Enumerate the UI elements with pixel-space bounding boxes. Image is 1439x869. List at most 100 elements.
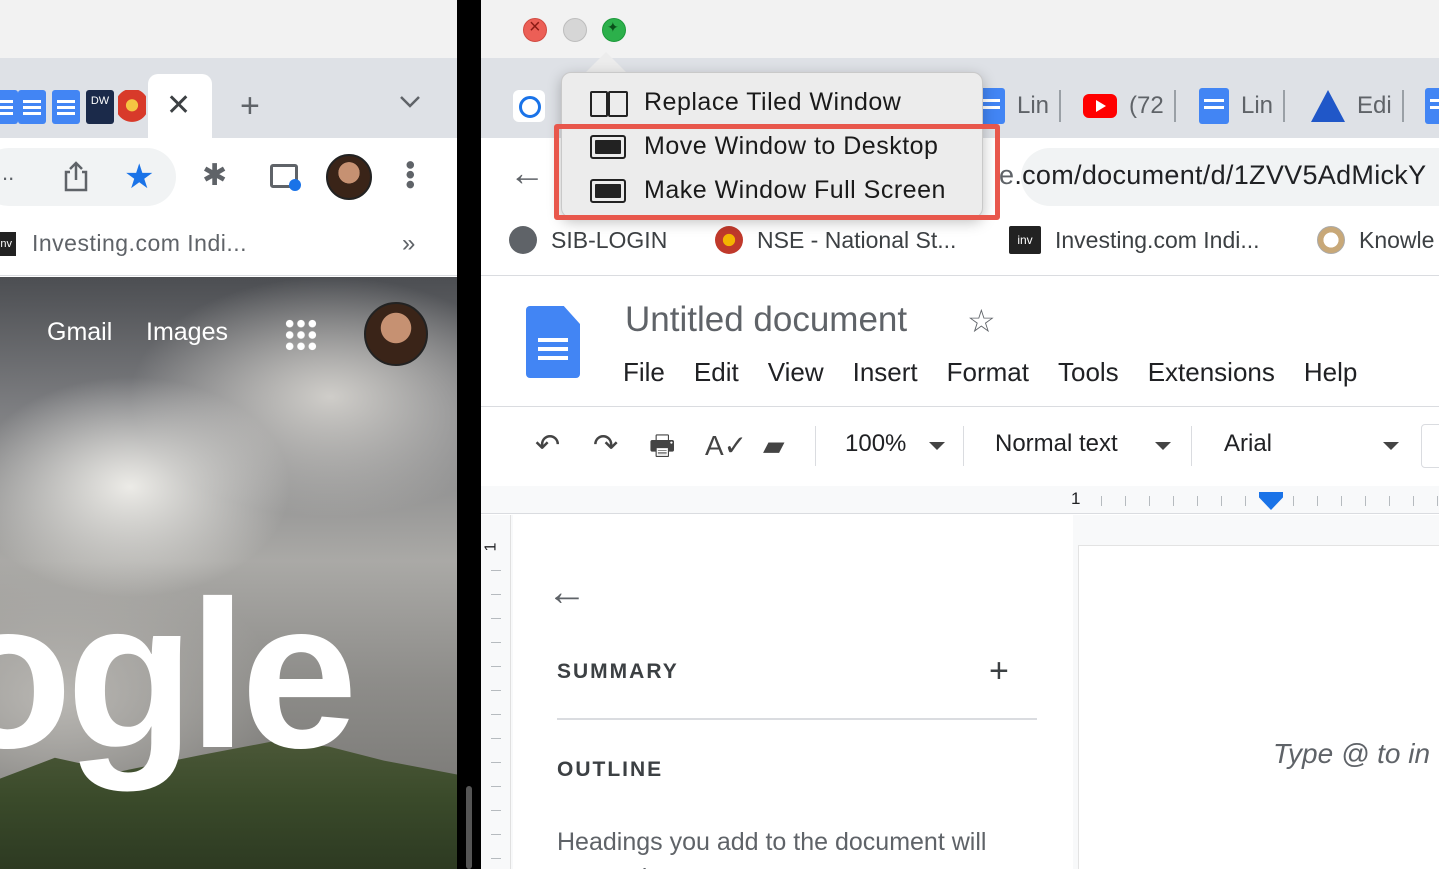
bookmark-knowledge[interactable]: Knowle [1317, 226, 1434, 254]
add-summary-icon[interactable]: + [989, 652, 1009, 691]
gmail-link[interactable]: Gmail [47, 318, 112, 347]
docs-tab-favicon-icon[interactable] [18, 90, 46, 124]
google-apps-grid-icon[interactable] [284, 318, 318, 352]
url-prefix: e [999, 160, 1015, 190]
star-document-icon[interactable]: ☆ [967, 302, 996, 340]
style-dropdown-caret-icon[interactable] [1155, 442, 1171, 450]
tab-target-favicon-icon[interactable] [513, 90, 545, 122]
rooster-tab-favicon-icon[interactable] [118, 90, 146, 124]
browser-menu-icon[interactable]: ••• [395, 160, 426, 189]
summary-heading: SUMMARY [557, 660, 679, 683]
window-minimize-button[interactable] [563, 18, 587, 42]
redo-icon[interactable]: ↷ [593, 424, 618, 468]
menu-file[interactable]: File [623, 357, 665, 388]
menu-extensions[interactable]: Extensions [1148, 357, 1275, 388]
tab-close-icon[interactable]: ✕ [166, 88, 191, 124]
document-placeholder[interactable]: Type @ to in [1273, 738, 1430, 770]
print-icon[interactable]: 🖶 [649, 424, 675, 468]
tab-label: (72 [1129, 92, 1164, 119]
bookmarks-more-icon[interactable]: » [402, 230, 415, 258]
address-overflow-text: .. [2, 160, 15, 185]
menu-item-label: Replace Tiled Window [644, 88, 902, 116]
toolbar-separator [1191, 426, 1192, 466]
profile-avatar[interactable] [326, 154, 372, 200]
back-arrow-icon[interactable]: ← [509, 152, 545, 194]
images-link[interactable]: Images [146, 318, 228, 347]
extensions-puzzle-icon[interactable]: ✱ [202, 158, 227, 193]
window-close-button[interactable] [523, 16, 547, 42]
address-url[interactable]: e.com/document/d/1ZVV5AdMickY [999, 160, 1426, 191]
outline-hint-text: Headings you add to the document will ap… [557, 828, 987, 869]
google-logo: ogle [0, 557, 358, 792]
font-dropdown-caret-icon[interactable] [1383, 442, 1399, 450]
bookmark-sib-login[interactable]: SIB-LOGIN [509, 226, 667, 254]
split-view-divider[interactable] [457, 0, 481, 869]
bookmark-label: Investing.com Indi... [1055, 226, 1260, 253]
ruler-number: 1 [1071, 489, 1081, 508]
zoom-select[interactable]: 100% [845, 430, 906, 458]
tab-separator [1401, 90, 1404, 122]
nse-logo-icon [715, 226, 743, 254]
tab-separator [1283, 90, 1286, 122]
toolbar-separator [963, 426, 964, 466]
tab-docs-1[interactable]: Lin [975, 84, 1062, 128]
tab-search-chevron-icon[interactable] [398, 90, 422, 116]
close-outline-arrow-icon[interactable]: ← [547, 570, 587, 615]
zoom-dropdown-caret-icon[interactable] [929, 442, 945, 450]
menu-help[interactable]: Help [1304, 357, 1357, 388]
url-text: .com/document/d/1ZVV5AdMickY [1014, 160, 1427, 190]
dw-tab-favicon-icon[interactable]: DW [86, 90, 114, 124]
docs-menu-bar: File Edit View Insert Format Tools Exten… [623, 357, 1357, 388]
tab-favicon-icon[interactable] [0, 90, 18, 124]
menu-edit[interactable]: Edit [694, 357, 739, 388]
bookmark-investing[interactable]: inv Investing.com Indi... [1009, 226, 1260, 254]
tab-youtube[interactable]: (72 [1083, 84, 1176, 128]
emblem-icon [1317, 226, 1345, 254]
document-page[interactable] [1079, 546, 1439, 869]
google-docs-logo-icon[interactable] [526, 306, 580, 378]
youtube-icon [1083, 94, 1117, 118]
tab-label: Edi [1357, 92, 1392, 119]
font-select[interactable]: Arial [1224, 430, 1272, 458]
bookmark-label: NSE - National St... [757, 226, 957, 253]
bookmark-nse[interactable]: NSE - National St... [715, 226, 956, 254]
tab-docs-2[interactable]: Lin [1199, 84, 1286, 128]
menu-insert[interactable]: Insert [853, 357, 918, 388]
menu-pointer [584, 52, 628, 74]
investing-bookmark-icon[interactable]: inv [0, 232, 16, 256]
docs-toolbar [481, 408, 1439, 486]
docs-tab-favicon-icon[interactable] [52, 90, 80, 124]
docs-icon [1199, 88, 1229, 124]
tab-separator [1173, 90, 1176, 122]
spellcheck-icon[interactable]: A✓ [705, 424, 747, 468]
bookmark-investing[interactable]: Investing.com Indi... [32, 230, 247, 257]
paint-format-icon[interactable]: ▰ [763, 424, 785, 468]
outline-heading: OUTLINE [557, 758, 664, 781]
font-size-input[interactable] [1421, 424, 1439, 468]
document-outline-panel [513, 515, 1073, 869]
bookmark-star-icon[interactable]: ★ [124, 158, 154, 196]
extension-window-icon[interactable] [270, 164, 301, 191]
tab-edit[interactable]: Edi [1311, 84, 1404, 128]
divider-scrollbar[interactable] [466, 786, 472, 869]
tab-label: Lin [1017, 92, 1050, 119]
share-icon[interactable] [62, 160, 90, 197]
undo-icon[interactable]: ↶ [535, 424, 560, 468]
menu-tools[interactable]: Tools [1058, 357, 1119, 388]
bookmark-label: SIB-LOGIN [551, 226, 668, 253]
document-title[interactable]: Untitled document [625, 300, 907, 340]
menu-format[interactable]: Format [947, 357, 1029, 388]
window-fullscreen-button[interactable] [602, 18, 626, 42]
paragraph-style-select[interactable]: Normal text [995, 430, 1118, 458]
menu-view[interactable]: View [768, 357, 824, 388]
new-tab-icon[interactable]: + [240, 86, 260, 126]
left-browser-window: DW ✕ + .. ★ ✱ ••• inv Investing.com Indi… [0, 0, 457, 869]
google-account-avatar[interactable] [364, 302, 428, 366]
bookmark-label: Knowle [1359, 226, 1435, 253]
toolbar-separator [815, 426, 816, 466]
menu-item-replace-tiled-window[interactable]: Replace Tiled Window [590, 88, 901, 117]
vertical-ruler-ticks [491, 570, 501, 869]
left-title-bar[interactable] [0, 0, 457, 58]
tab-label: Lin [1241, 92, 1274, 119]
docs-icon[interactable] [1425, 88, 1439, 124]
